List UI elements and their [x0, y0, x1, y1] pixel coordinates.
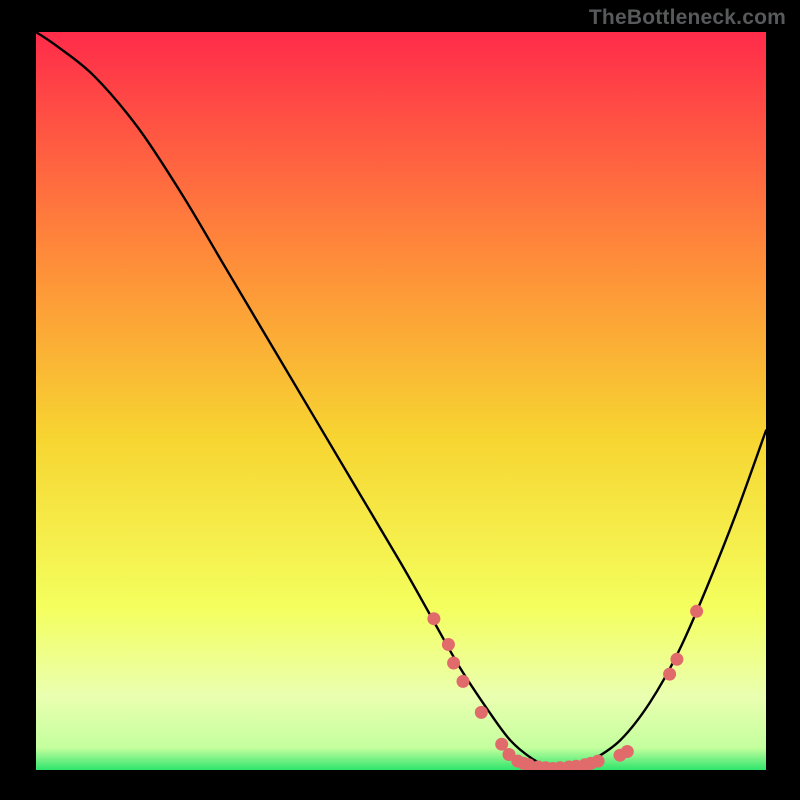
data-marker	[621, 745, 634, 758]
data-marker	[427, 612, 440, 625]
data-marker	[592, 755, 605, 768]
watermark-text: TheBottleneck.com	[589, 6, 786, 30]
data-marker	[442, 638, 455, 651]
data-marker	[457, 675, 470, 688]
chart-container: TheBottleneck.com	[0, 0, 800, 800]
data-marker	[663, 668, 676, 681]
plot-area	[36, 32, 766, 770]
data-marker	[690, 605, 703, 618]
plot-svg	[0, 0, 800, 800]
data-marker	[447, 657, 460, 670]
data-marker	[475, 706, 488, 719]
data-marker	[670, 653, 683, 666]
